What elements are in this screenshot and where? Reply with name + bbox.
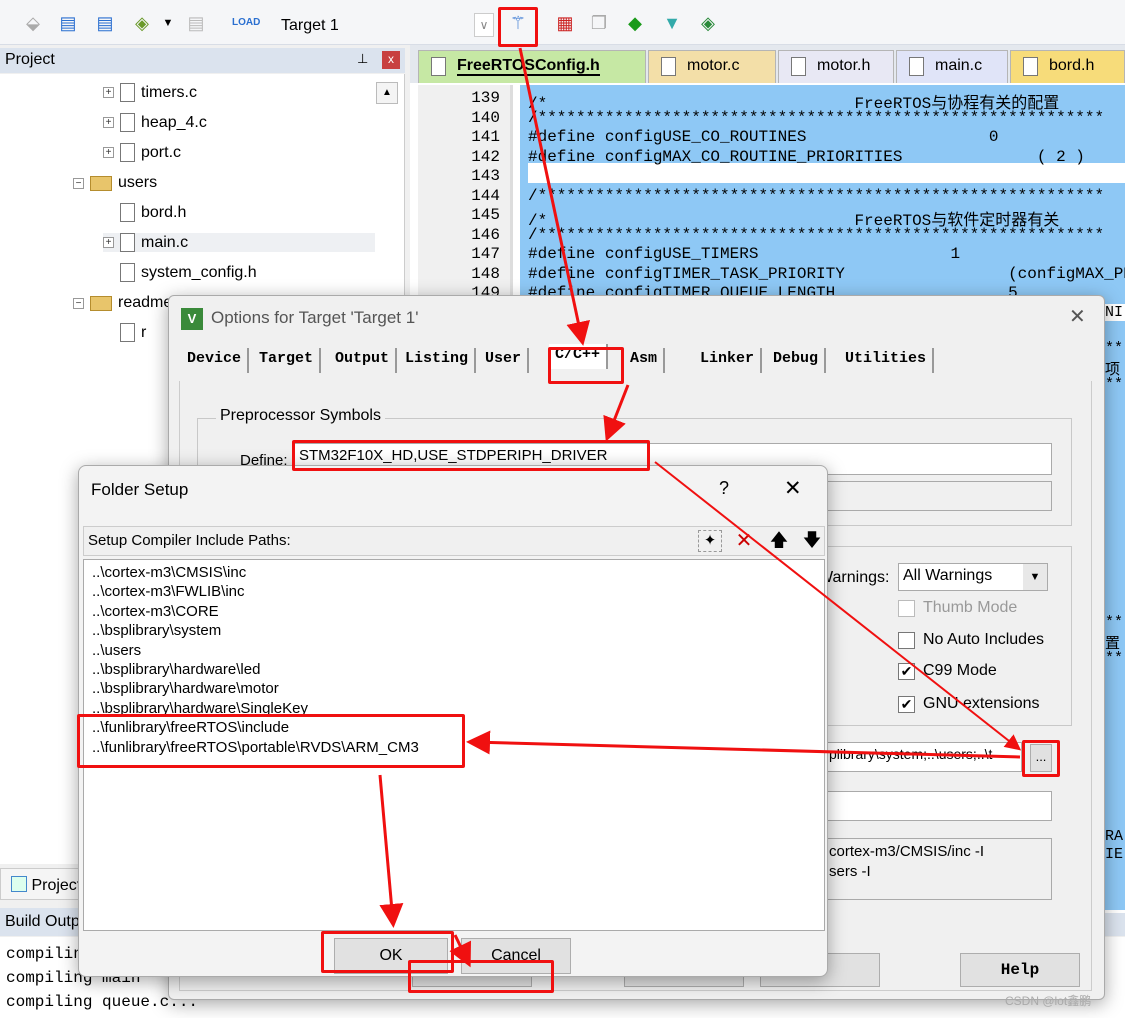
- annotation-arrows: [378, 47, 1022, 968]
- arrow: [449, 934, 472, 968]
- arrow: [654, 461, 1022, 751]
- arrow: [603, 384, 630, 442]
- arrow: [378, 774, 404, 928]
- arrow: [518, 47, 590, 346]
- arrow: [466, 730, 1021, 759]
